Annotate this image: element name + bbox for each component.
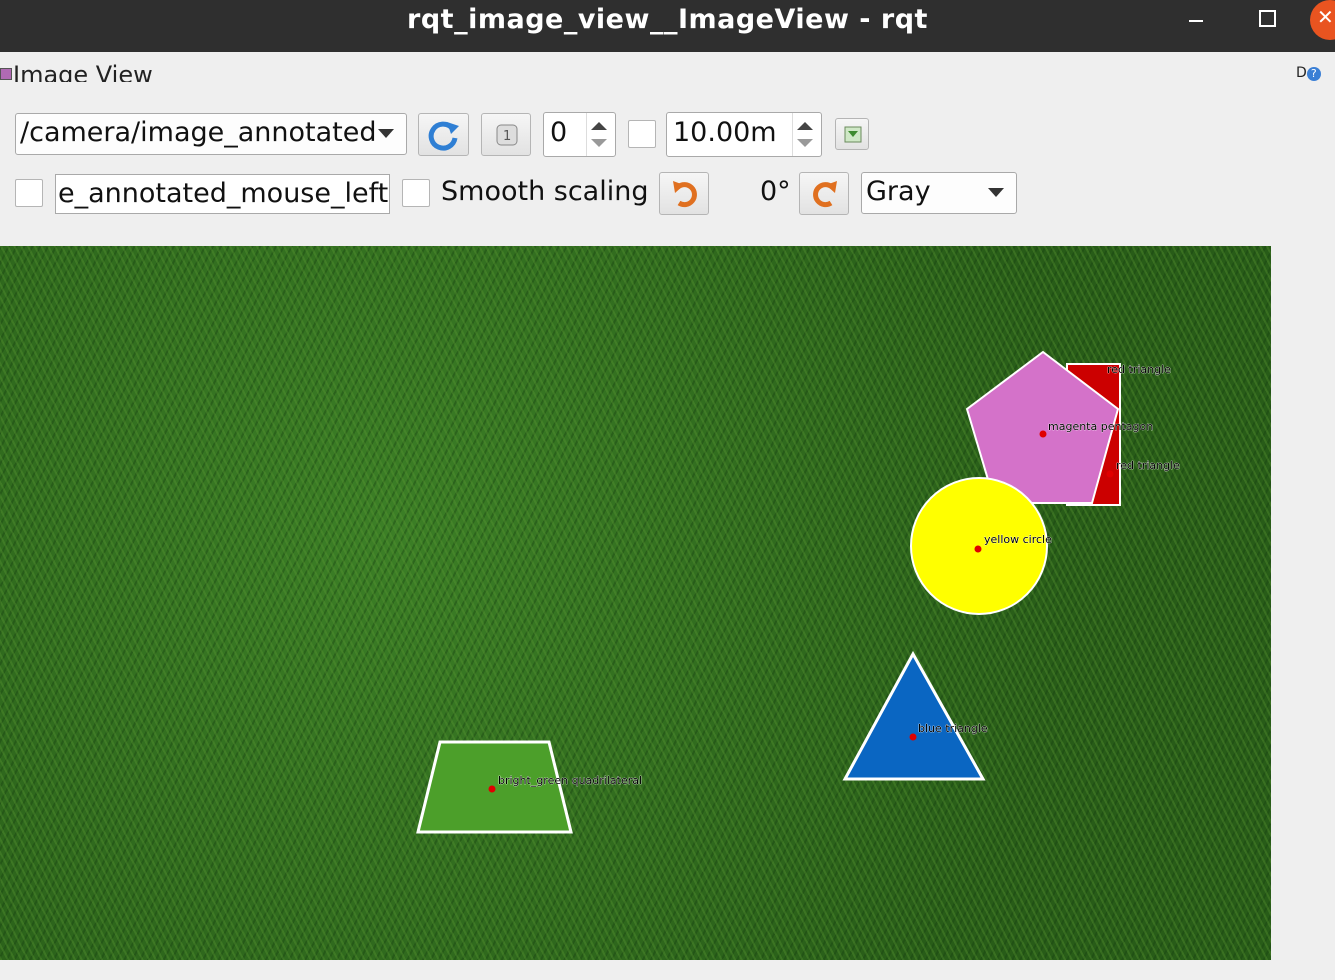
topic-select[interactable]: /camera/image_annotated [15,113,407,155]
dock-icon[interactable]: D [1296,65,1307,81]
save-image-button[interactable] [835,118,869,150]
save-image-icon [844,126,862,143]
topic-value: /camera/image_annotated [20,117,377,148]
centroid-marker [909,733,917,741]
zoom-1-button[interactable]: 1 [481,113,531,156]
spin-down-icon[interactable] [797,139,813,147]
centroid-marker [488,785,496,793]
color-scheme-select[interactable]: Gray [861,172,1017,214]
spin-up-icon[interactable] [797,122,813,130]
maximize-icon [1259,10,1276,27]
blue-triangle-shape [842,650,986,781]
plugin-icon [0,68,12,80]
shape-label: blue triangle [918,722,988,735]
shape-label: bright_green quadrilateral [498,774,642,787]
refresh-button[interactable] [418,113,469,156]
minimize-button[interactable] [1170,0,1222,52]
annotated-image: red triangle magenta pentagon red triang… [416,350,1180,834]
shape-label: yellow circle [984,533,1052,546]
duration-spinbox[interactable]: 10.00m [666,112,822,157]
shape-label: magenta pentagon [1048,420,1153,433]
close-icon: ✕ [1317,5,1334,29]
shape-label: red triangle [1107,363,1171,376]
color-scheme-value: Gray [866,176,931,207]
mouse-topic-value: e_annotated_mouse_left [58,178,389,209]
spin-up-icon[interactable] [591,122,607,130]
centroid-marker [1106,470,1114,478]
zoom-1-icon: 1 [496,124,518,146]
frame-spinbox[interactable]: 0 [543,112,616,157]
duration-checkbox[interactable] [628,120,656,148]
mouse-publish-checkbox[interactable] [15,179,43,207]
spin-down-icon[interactable] [591,139,607,147]
maximize-button[interactable] [1240,0,1292,52]
refresh-icon [428,121,459,151]
centroid-marker [974,545,982,553]
panel-controls[interactable]: D? [1296,65,1321,81]
shape-label: red triangle [1116,459,1180,472]
rotate-left-icon [673,181,697,208]
rotation-label: 0° [760,176,791,207]
chevron-down-icon [378,129,394,138]
minimize-icon [1189,20,1203,22]
centroid-marker [1039,430,1047,438]
rotate-right-button[interactable] [799,172,849,215]
frame-spin-value: 0 [550,117,568,148]
help-icon[interactable]: ? [1306,67,1321,81]
window-titlebar: rqt_image_view__ImageView - rqt ✕ [0,0,1335,52]
window-title: rqt_image_view__ImageView - rqt [407,4,928,35]
svg-text:1: 1 [503,129,511,144]
duration-value: 10.00m [673,117,777,148]
smooth-scaling-label: Smooth scaling [441,176,649,207]
rotate-right-icon [813,181,837,208]
rotate-left-button[interactable] [659,172,709,215]
chevron-down-icon [988,188,1004,197]
image-view[interactable]: red triangle magenta pentagon red triang… [0,246,1271,960]
mouse-topic-input[interactable]: e_annotated_mouse_left [55,174,390,214]
panel-title: Image View [13,61,153,82]
smooth-scaling-checkbox[interactable] [402,179,430,207]
